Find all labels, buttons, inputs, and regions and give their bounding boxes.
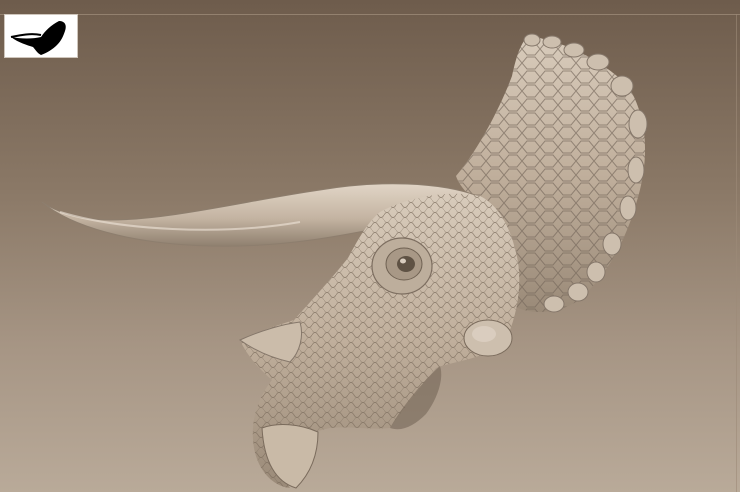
sculpt-model[interactable] [0, 0, 740, 492]
3d-viewport[interactable] [0, 0, 740, 492]
navigator-thumbnail[interactable] [4, 14, 78, 58]
silhouette-thumbnail-icon [10, 21, 66, 55]
eye [371, 237, 433, 295]
